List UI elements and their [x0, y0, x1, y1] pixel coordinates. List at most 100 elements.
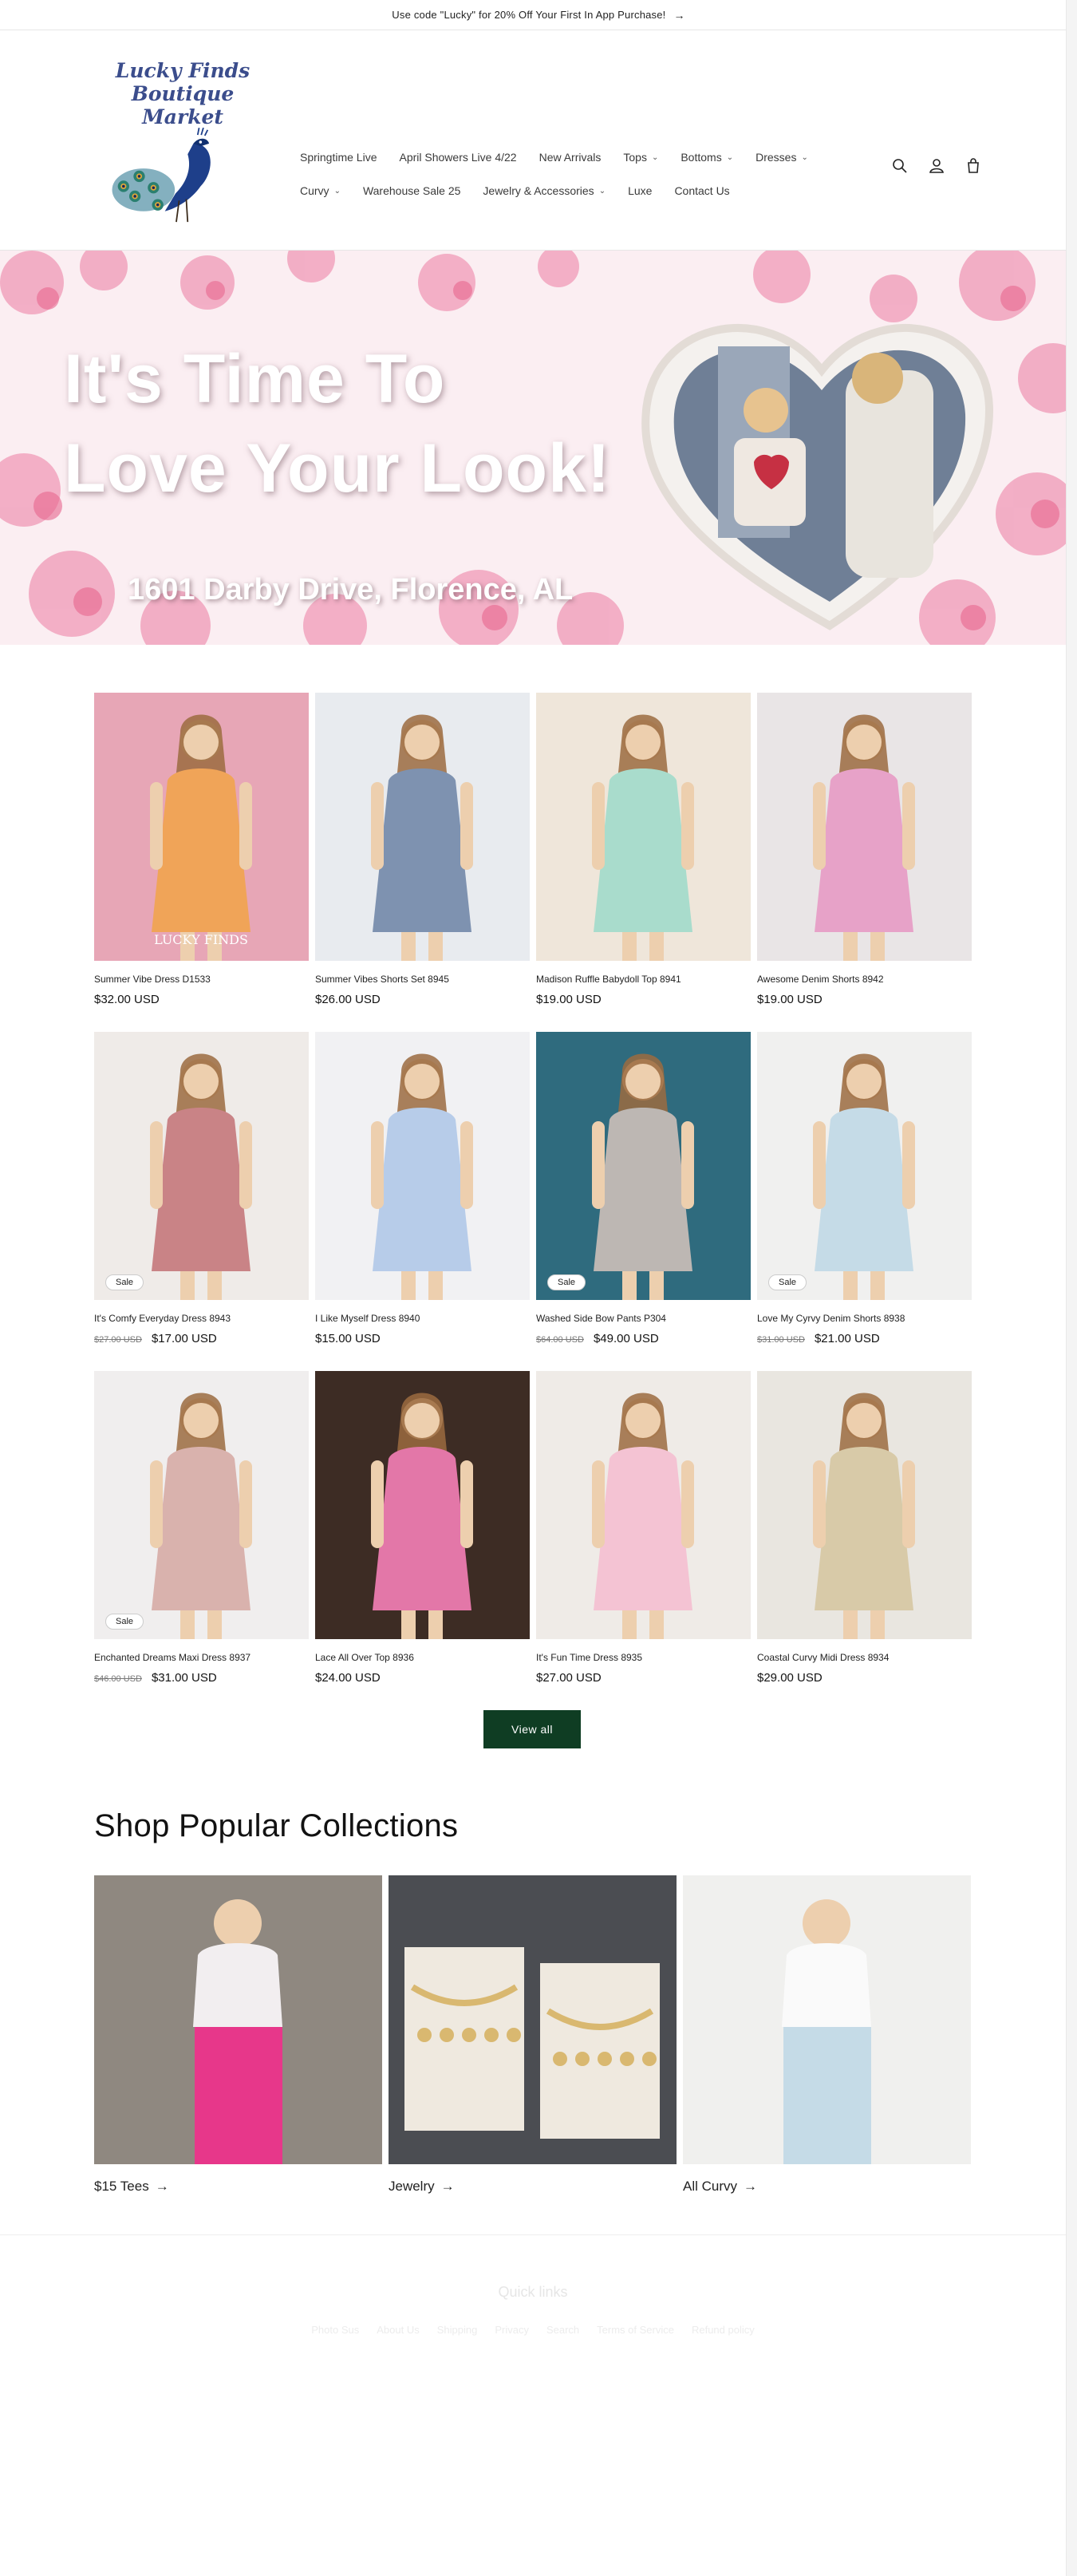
collection-image-wrapper[interactable] — [94, 1875, 382, 2164]
nav-item-row2-0[interactable]: Curvy ⌄ — [300, 184, 341, 197]
product-name[interactable]: Lace All Over Top 8936 — [315, 1652, 530, 1665]
footer-link[interactable]: About Us — [377, 2324, 419, 2336]
product-image — [315, 1032, 530, 1300]
arrow-right-icon: → — [673, 8, 685, 22]
product-card[interactable]: LUCKY FINDS Summer Vibe Dress D1533 $32.00… — [94, 693, 309, 1006]
product-image — [757, 1371, 972, 1639]
product-image-wrapper[interactable]: Sale — [94, 1032, 309, 1300]
collection-label: All Curvy — [683, 2179, 738, 2194]
product-name[interactable]: I Like Myself Dress 8940 — [315, 1313, 530, 1326]
nav-item-row2-3[interactable]: Luxe — [628, 184, 652, 197]
product-name[interactable]: Love My Cyrvy Denim Shorts 8938 — [757, 1313, 972, 1326]
collection-image-wrapper[interactable] — [389, 1875, 677, 2164]
nav-item-label: Dresses — [755, 151, 797, 164]
product-name[interactable]: Washed Side Bow Pants P304 — [536, 1313, 751, 1326]
footer-quick-links-title: Quick links — [498, 2284, 568, 2300]
product-card[interactable]: It's Fun Time Dress 8935 $27.00 USD — [536, 1371, 751, 1685]
product-name[interactable]: It's Fun Time Dress 8935 — [536, 1652, 751, 1665]
product-image-wrapper[interactable] — [315, 693, 530, 961]
sale-badge: Sale — [105, 1614, 144, 1630]
product-regular-price: $46.00 USD — [94, 1674, 142, 1684]
nav-item-row1-0[interactable]: Springtime Live — [300, 151, 377, 164]
product-image — [757, 693, 972, 961]
collection-card[interactable]: Jewelry → — [389, 1875, 677, 2195]
product-card[interactable]: Madison Ruffle Babydoll Top 8941 $19.00 U… — [536, 693, 751, 1006]
footer-link[interactable]: Photo Sus — [311, 2324, 359, 2336]
product-name[interactable]: Summer Vibes Shorts Set 8945 — [315, 974, 530, 986]
product-name[interactable]: Awesome Denim Shorts 8942 — [757, 974, 972, 986]
account-icon[interactable] — [929, 158, 945, 174]
product-image-wrapper[interactable] — [315, 1371, 530, 1639]
product-card[interactable]: Sale Love My Cyrvy Denim Shorts 8938 $31.0… — [757, 1032, 972, 1345]
nav-item-row1-5[interactable]: Dresses ⌄ — [755, 151, 808, 164]
search-icon[interactable] — [892, 158, 908, 174]
nav-item-label: Springtime Live — [300, 151, 377, 164]
footer-quick-links: Photo Sus About Us Shipping Privacy Search Te… — [0, 2324, 1066, 2336]
product-image — [536, 1371, 751, 1639]
product-card[interactable]: Sale It's Comfy Everyday Dress 8943 $27.00… — [94, 1032, 309, 1345]
collection-card[interactable]: $15 Tees → — [94, 1875, 382, 2195]
product-card[interactable]: Sale Enchanted Dreams Maxi Dress 8937 $46.… — [94, 1371, 309, 1685]
product-name[interactable]: Summer Vibe Dress D1533 — [94, 974, 309, 986]
announcement-bar[interactable]: Use code "Lucky" for 20% Off Your First … — [0, 0, 1077, 30]
arrow-right-icon: → — [155, 2179, 169, 2194]
product-card[interactable]: Coastal Curvy Midi Dress 8934 $29.00 USD — [757, 1371, 972, 1685]
collection-link[interactable]: Jewelry → — [389, 2179, 677, 2195]
footer-link[interactable]: Shipping — [437, 2324, 478, 2336]
nav-item-row2-1[interactable]: Warehouse Sale 25 — [363, 184, 460, 197]
view-all-button[interactable]: View all — [483, 1710, 581, 1748]
nav-item-row1-1[interactable]: April Showers Live 4/22 — [400, 151, 517, 164]
product-image-wrapper[interactable] — [757, 1371, 972, 1639]
nav-item-row1-4[interactable]: Bottoms ⌄ — [681, 151, 733, 164]
product-image-wrapper[interactable] — [536, 693, 751, 961]
nav-item-row2-2[interactable]: Jewelry & Accessories ⌄ — [483, 184, 606, 197]
product-price-row: $64.00 USD $49.00 USD — [536, 1332, 751, 1345]
footer-link[interactable]: Search — [546, 2324, 579, 2336]
collection-link[interactable]: All Curvy → — [683, 2179, 971, 2195]
footer-link[interactable]: Terms of Service — [597, 2324, 674, 2336]
product-image-wrapper[interactable] — [536, 1371, 751, 1639]
product-image-wrapper[interactable]: Sale — [94, 1371, 309, 1639]
store-logo[interactable]: Lucky Finds Boutique Market — [94, 48, 271, 236]
product-regular-price: $64.00 USD — [536, 1335, 584, 1345]
cart-icon[interactable] — [965, 158, 981, 174]
collection-image-wrapper[interactable] — [683, 1875, 971, 2164]
product-image-wrapper[interactable]: Sale — [536, 1032, 751, 1300]
announcement-text[interactable]: Use code "Lucky" for 20% Off Your First … — [392, 9, 665, 21]
product-image-wrapper[interactable]: Sale — [757, 1032, 972, 1300]
product-image — [315, 693, 530, 961]
product-regular-price: $31.00 USD — [757, 1335, 805, 1345]
product-name[interactable]: Coastal Curvy Midi Dress 8934 — [757, 1652, 972, 1665]
product-image-wrapper[interactable] — [757, 693, 972, 961]
product-name[interactable]: It's Comfy Everyday Dress 8943 — [94, 1313, 309, 1326]
product-card[interactable]: I Like Myself Dress 8940 $15.00 USD — [315, 1032, 530, 1345]
product-card[interactable]: Sale Washed Side Bow Pants P304 $64.00 USD… — [536, 1032, 751, 1345]
product-card[interactable]: Summer Vibes Shorts Set 8945 $26.00 USD — [315, 693, 530, 1006]
page-scrollbar[interactable] — [1066, 0, 1077, 2576]
product-image-wrapper[interactable] — [315, 1032, 530, 1300]
product-price-row: $29.00 USD — [757, 1671, 972, 1685]
footer-link[interactable]: Refund policy — [692, 2324, 755, 2336]
product-image — [315, 1371, 530, 1639]
collection-link[interactable]: $15 Tees → — [94, 2179, 382, 2195]
nav-item-row2-4[interactable]: Contact Us — [674, 184, 729, 197]
hero-headline-line2: Love Your Look! — [64, 430, 611, 507]
product-image-wrapper[interactable]: LUCKY FINDS — [94, 693, 309, 961]
collection-card[interactable]: All Curvy → — [683, 1875, 971, 2195]
product-name[interactable]: Madison Ruffle Babydoll Top 8941 — [536, 974, 751, 986]
hero-address: 1601 Darby Drive, Florence, AL — [128, 573, 574, 606]
site-header: Lucky Finds Boutique Market Springtime L… — [0, 30, 1077, 251]
product-grid-row-1: LUCKY FINDS Summer Vibe Dress D1533 $32.00… — [94, 693, 972, 1006]
hero-headline-line1: It's Time To — [64, 341, 446, 417]
product-price: $26.00 USD — [315, 993, 381, 1006]
product-card[interactable]: Lace All Over Top 8936 $24.00 USD — [315, 1371, 530, 1685]
product-price: $24.00 USD — [315, 1671, 381, 1685]
footer-link[interactable]: Privacy — [495, 2324, 529, 2336]
nav-item-row1-3[interactable]: Tops ⌄ — [623, 151, 658, 164]
nav-item-label: Curvy — [300, 184, 329, 197]
nav-item-row1-2[interactable]: New Arrivals — [539, 151, 602, 164]
product-name[interactable]: Enchanted Dreams Maxi Dress 8937 — [94, 1652, 309, 1665]
hero-banner[interactable]: It's Time To Love Your Look! 1601 Darby … — [0, 251, 1077, 645]
product-card[interactable]: Awesome Denim Shorts 8942 $19.00 USD — [757, 693, 972, 1006]
product-price-row: $24.00 USD — [315, 1671, 530, 1685]
